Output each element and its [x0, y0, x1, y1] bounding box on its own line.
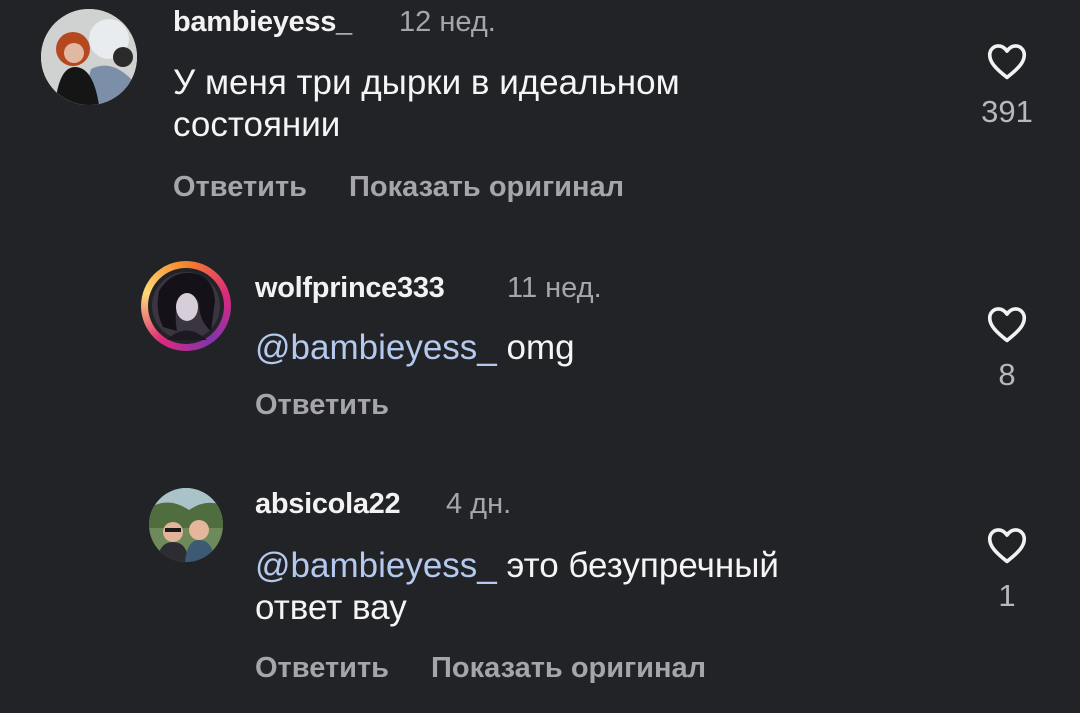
comment-actions: Ответить Показать оригинал [173, 171, 624, 204]
heart-outline-icon[interactable] [986, 305, 1028, 343]
like-count: 1 [998, 578, 1016, 613]
comment-timestamp: 4 дн. [446, 488, 512, 520]
comment-body: omg [496, 328, 575, 367]
avatar[interactable] [149, 488, 223, 562]
comment-username[interactable]: absicola22 [255, 488, 401, 521]
like-count: 8 [998, 357, 1016, 392]
comment-username[interactable]: wolfprince333 [255, 272, 445, 305]
like-control: 1 [970, 526, 1044, 614]
comment-body: У меня три дырки в идеальном состоянии [173, 63, 680, 144]
like-control: 8 [970, 305, 1044, 393]
comment-actions: Ответить Показать оригинал [255, 652, 706, 685]
reply-button[interactable]: Ответить [255, 389, 389, 421]
comment-timestamp: 12 нед. [399, 6, 496, 38]
comment-text: @bambieyess_ omg [255, 327, 955, 369]
reply-button[interactable]: Ответить [255, 652, 389, 684]
comment-text: @bambieyess_ это безупречный ответ вау [255, 545, 955, 629]
avatar[interactable] [41, 9, 137, 105]
comment: bambieyess_ 12 нед. У меня три дырки в и… [0, 0, 1080, 230]
show-original-button[interactable]: Показать оригинал [349, 171, 624, 203]
comment-timestamp: 11 нед. [507, 272, 602, 304]
comment-actions: Ответить [255, 389, 389, 422]
like-count: 391 [981, 94, 1033, 129]
heart-outline-icon[interactable] [986, 42, 1028, 80]
like-control: 391 [970, 42, 1044, 130]
comment-username[interactable]: bambieyess_ [173, 6, 352, 39]
reply-comment: absicola22 4 дн. @bambieyess_ это безупр… [0, 475, 1080, 713]
heart-outline-icon[interactable] [986, 526, 1028, 564]
reply-button[interactable]: Ответить [173, 171, 307, 203]
mention-link[interactable]: @bambieyess_ [255, 328, 497, 367]
reply-comment: wolfprince333 11 нед. @bambieyess_ omg О… [0, 255, 1080, 445]
comment-text: У меня три дырки в идеальном состоянии [173, 62, 933, 146]
avatar[interactable] [141, 261, 231, 351]
mention-link[interactable]: @bambieyess_ [255, 546, 497, 585]
show-original-button[interactable]: Показать оригинал [431, 652, 706, 684]
